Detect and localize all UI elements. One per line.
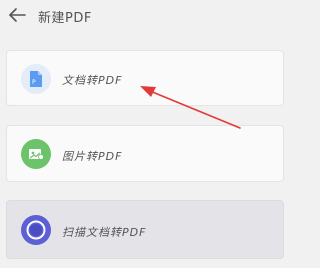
svg-text:P: P bbox=[32, 79, 36, 86]
new-pdf-screen: 新建PDF P 文档转PDF 图片转PDF 扫描文档转PDF bbox=[0, 0, 291, 268]
scan-icon bbox=[21, 215, 51, 245]
document-icon: P bbox=[21, 64, 51, 94]
image-to-pdf-option[interactable]: 图片转PDF bbox=[6, 125, 284, 182]
doc-to-pdf-label: 文档转PDF bbox=[62, 74, 123, 87]
doc-to-pdf-option[interactable]: P 文档转PDF bbox=[6, 50, 284, 106]
scan-to-pdf-option[interactable]: 扫描文档转PDF bbox=[6, 200, 284, 259]
back-button[interactable] bbox=[4, 4, 30, 26]
back-arrow-icon bbox=[9, 8, 26, 22]
header-bar: 新建PDF bbox=[0, 0, 291, 34]
image-to-pdf-label: 图片转PDF bbox=[62, 150, 123, 163]
image-icon bbox=[21, 139, 51, 169]
page-title: 新建PDF bbox=[38, 11, 92, 26]
scan-to-pdf-label: 扫描文档转PDF bbox=[62, 226, 147, 239]
